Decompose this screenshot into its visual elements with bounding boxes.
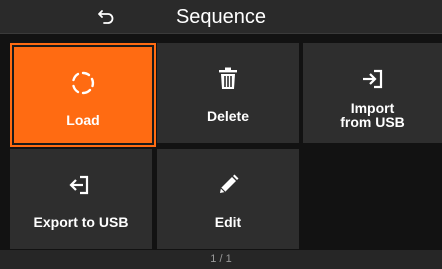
action-grid: Load Delete Import from USB Export to US… xyxy=(10,43,442,249)
edit-button[interactable]: Edit xyxy=(157,149,299,249)
page-indicator: 1 / 1 xyxy=(0,250,442,269)
trash-icon xyxy=(219,67,237,89)
import-label-line2: from USB xyxy=(340,114,405,130)
page-title: Sequence xyxy=(175,6,267,28)
load-label: Load xyxy=(66,112,100,128)
export-label: Export to USB xyxy=(33,214,129,230)
loading-spinner-icon xyxy=(72,71,95,95)
pencil-icon xyxy=(220,174,239,193)
sequence-screen: Sequence Load Delete Import from USB Exp… xyxy=(0,0,442,269)
load-button[interactable]: Load xyxy=(10,43,156,147)
export-to-usb-button[interactable]: Export to USB xyxy=(10,149,152,249)
export-arrow-icon xyxy=(69,175,89,195)
header-bar: Sequence xyxy=(0,0,442,34)
edit-label: Edit xyxy=(214,214,242,230)
delete-label: Delete xyxy=(206,108,250,124)
delete-button[interactable]: Delete xyxy=(157,43,299,143)
import-from-usb-button[interactable]: Import from USB xyxy=(303,43,442,143)
import-arrow-icon xyxy=(362,69,382,89)
import-label-line1: Import xyxy=(350,100,395,116)
